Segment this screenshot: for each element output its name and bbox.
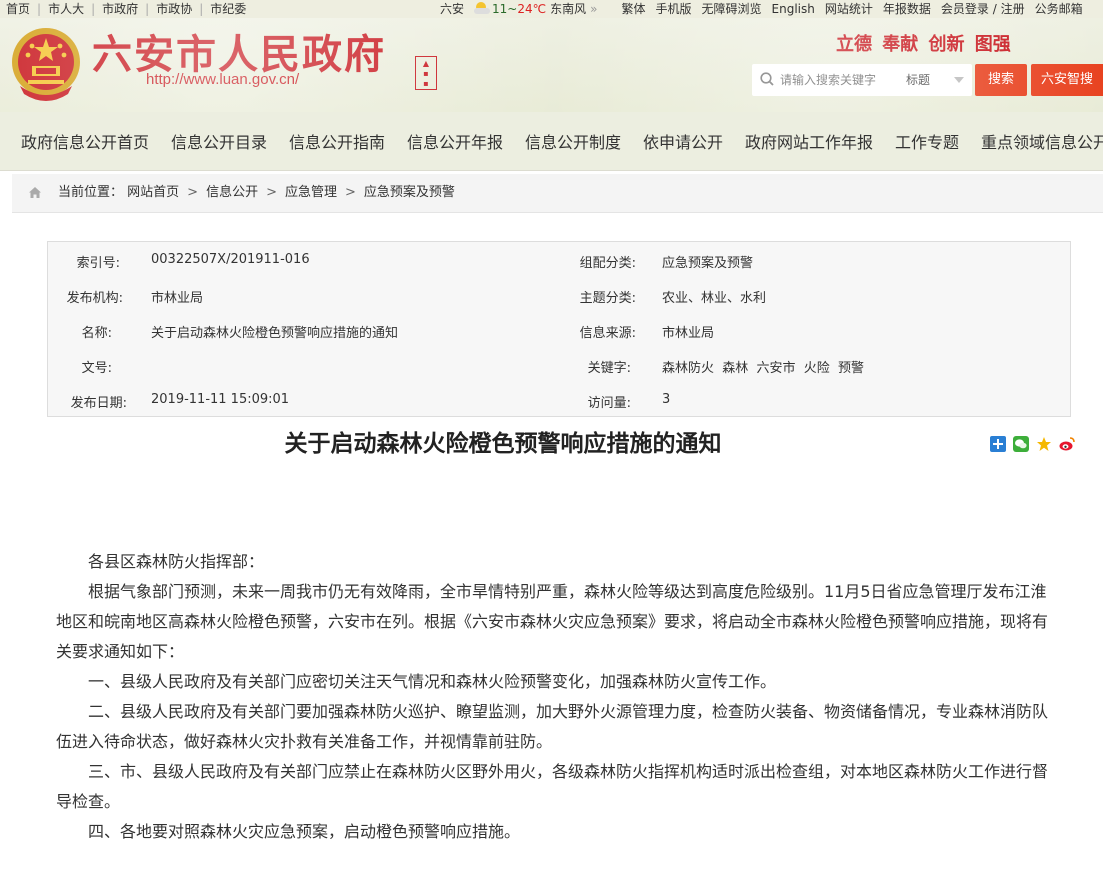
main-nav: 政府信息公开首页 信息公开目录 信息公开指南 信息公开年报 信息公开制度 依申请… <box>0 112 1103 171</box>
document-metadata-table: 索引号: 00322507X/201911-016 组配分类: 应急预案及预警 … <box>47 241 1071 417</box>
link-statistics[interactable]: 网站统计 <box>825 2 873 16</box>
article-paragraph: 四、各地要对照森林火灾应急预案，启动橙色预警响应措施。 <box>88 822 521 841</box>
name-label: 名称: <box>81 326 112 341</box>
plus-share-icon[interactable] <box>990 436 1006 452</box>
divider: | <box>37 2 42 16</box>
article-paragraph: 二、县级人民政府及有关部门要加强森林防火巡护、瞭望监测，加大野外火源管理力度，检… <box>56 702 1049 751</box>
article-paragraph: 各县区森林防火指挥部： <box>88 552 265 571</box>
breadcrumb-label: 当前位置： <box>58 185 124 200</box>
index-no-value: 00322507X/201911-016 <box>151 252 310 267</box>
top-link-npc[interactable]: 市人大 <box>48 2 84 16</box>
nav-item-topics[interactable]: 工作专题 <box>895 129 959 153</box>
article-paragraph: 根据气象部门预测，未来一周我市仍无有效降雨，全市旱情特别严重，森林火险等级达到高… <box>56 582 1049 661</box>
sunny-weather-icon <box>474 2 491 14</box>
nav-item-request[interactable]: 依申请公开 <box>643 129 723 153</box>
topic-label: 主题分类: <box>579 291 636 306</box>
slogan: 立德 奉献 创新 图强 <box>836 34 1011 55</box>
home-icon <box>29 187 41 198</box>
publisher-label: 发布机构: <box>66 291 123 306</box>
article-title: 关于启动森林火险橙色预警响应措施的通知 <box>284 431 722 457</box>
top-link-cppcc[interactable]: 市政协 <box>156 2 192 16</box>
red-seal-stamp-icon: ▲ ▪ ▪ <box>415 56 437 90</box>
top-link-home[interactable]: 首页 <box>6 2 30 16</box>
date-label: 发布日期: <box>70 396 127 411</box>
source-value: 市林业局 <box>662 326 715 341</box>
top-links: 首页 | 市人大 | 市政府 | 市政协 | 市纪委 <box>6 0 253 18</box>
breadcrumb-separator: > <box>187 185 199 200</box>
visits-label: 访问量: <box>587 396 631 411</box>
breadcrumb-separator: > <box>345 185 356 200</box>
wechat-icon[interactable] <box>1013 436 1029 452</box>
link-traditional[interactable]: 繁体 <box>621 2 645 16</box>
top-link-government[interactable]: 市政府 <box>102 2 138 16</box>
publisher-value: 市林业局 <box>151 291 204 306</box>
weather-city: 六安 <box>440 2 465 16</box>
source-label: 信息来源: <box>579 326 636 341</box>
divider: | <box>145 2 150 16</box>
weather-wind: 东南风 <box>550 2 587 16</box>
search-button[interactable]: 搜索 <box>975 64 1027 96</box>
article-paragraph: 一、县级人民政府及有关部门应密切关注天气情况和森林火险预警变化，加强森林防火宣传… <box>88 672 777 691</box>
nav-item-annual-report[interactable]: 信息公开年报 <box>407 129 503 153</box>
top-right-links: 六安 11~24℃ 东南风» 繁体 手机版 无障碍浏览 English 网站统计 年报数据 会员登… <box>440 0 1093 18</box>
search-icon <box>760 72 774 86</box>
search-box: 标题 <box>752 64 972 96</box>
top-link-discipline[interactable]: 市纪委 <box>210 2 246 16</box>
article-body: 各县区森林防火指挥部： 根据气象部门预测，未来一周我市仍无有效降雨，全市旱情特别… <box>56 547 1056 847</box>
weibo-icon[interactable] <box>1059 436 1075 452</box>
breadcrumb: 当前位置： 网站首页 > 信息公开 > 应急管理 > 应急预案及预警 <box>12 174 1103 213</box>
national-emblem-icon <box>12 28 80 101</box>
divider: | <box>199 2 204 16</box>
link-accessible[interactable]: 无障碍浏览 <box>702 2 762 16</box>
index-no-label: 索引号: <box>76 256 120 271</box>
link-member-login[interactable]: 会员登录 / 注册 <box>941 2 1025 16</box>
doc-no-label: 文号: <box>81 361 112 376</box>
link-mailbox[interactable]: 公务邮箱 <box>1035 2 1083 16</box>
breadcrumb-emergency[interactable]: 应急管理 <box>285 185 337 200</box>
weather-more-icon[interactable]: » <box>590 2 597 16</box>
nav-item-home[interactable]: 政府信息公开首页 <box>21 129 149 153</box>
breadcrumb-home[interactable]: 网站首页 <box>127 185 179 200</box>
name-value: 关于启动森林火险橙色预警响应措施的通知 <box>151 326 399 341</box>
weather-temp: 11~24℃ <box>492 2 547 16</box>
breadcrumb-info-public[interactable]: 信息公开 <box>206 185 258 200</box>
search-scope-select[interactable]: 标题 <box>906 71 930 88</box>
nav-item-website-report[interactable]: 政府网站工作年报 <box>745 129 873 153</box>
breadcrumb-current[interactable]: 应急预案及预警 <box>364 185 455 200</box>
breadcrumb-separator: > <box>266 185 277 200</box>
search-input[interactable] <box>780 70 900 90</box>
nav-item-regulations[interactable]: 信息公开制度 <box>525 129 621 153</box>
link-annual-data[interactable]: 年报数据 <box>883 2 931 16</box>
category-label: 组配分类: <box>579 256 636 271</box>
nav-item-catalog[interactable]: 信息公开目录 <box>171 129 267 153</box>
site-header: 六安市人民政府 http://www.luan.gov.cn/ ▲ ▪ ▪ 立德 奉… <box>0 18 1103 112</box>
date-value: 2019-11-11 15:09:01 <box>151 392 290 407</box>
category-value: 应急预案及预警 <box>662 256 754 271</box>
nav-item-guide[interactable]: 信息公开指南 <box>289 129 385 153</box>
favorite-star-icon[interactable] <box>1036 436 1052 452</box>
divider: | <box>91 2 96 16</box>
smart-search-button[interactable]: 六安智搜 <box>1031 64 1103 96</box>
site-url[interactable]: http://www.luan.gov.cn/ <box>146 71 299 88</box>
topic-value: 农业、林业、水利 <box>662 291 767 306</box>
link-english[interactable]: English <box>772 2 815 16</box>
top-utility-bar: 首页 | 市人大 | 市政府 | 市政协 | 市纪委 六安 11~24℃ 东南风» 繁体 手机版 无障碍浏… <box>0 0 1103 18</box>
keywords-label: 关键字: <box>587 361 631 376</box>
article-paragraph: 三、市、县级人民政府及有关部门应禁止在森林防火区野外用火，各级森林防火指挥机构适… <box>56 762 1049 811</box>
link-mobile[interactable]: 手机版 <box>656 2 692 16</box>
chevron-down-icon[interactable] <box>954 77 964 83</box>
keywords-value: 森林防火 森林 六安市 火险 预警 <box>662 361 865 376</box>
nav-item-key-areas[interactable]: 重点领域信息公开 <box>981 129 1103 153</box>
visits-value: 3 <box>662 392 671 407</box>
